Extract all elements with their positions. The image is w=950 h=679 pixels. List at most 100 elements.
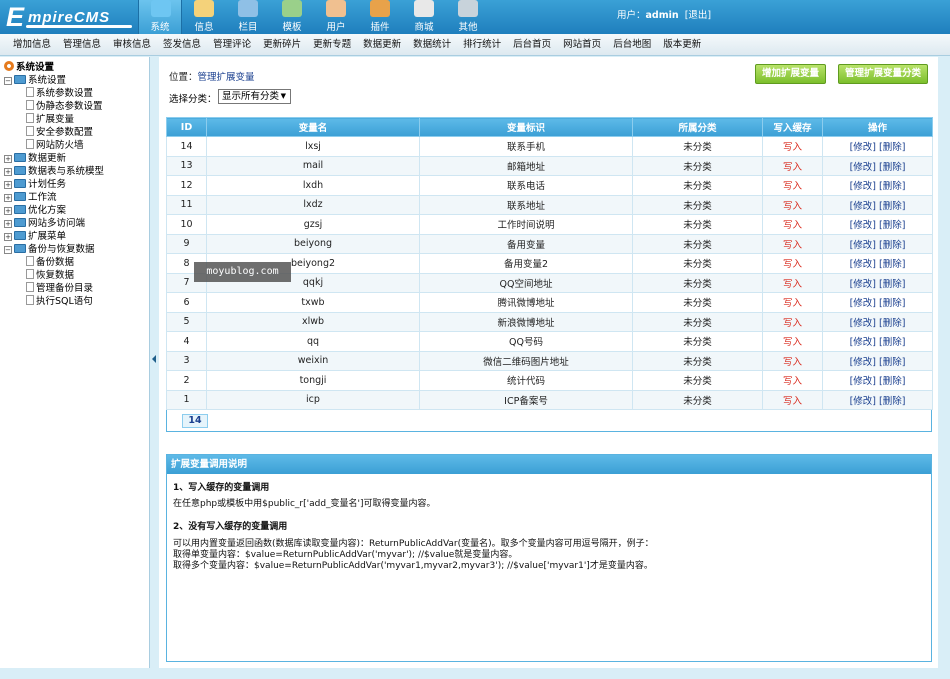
top-nav-label: 模板: [282, 22, 302, 33]
sidebar-splitter[interactable]: [150, 57, 159, 668]
location-link[interactable]: 管理扩展变量: [198, 72, 255, 83]
sidebar-item[interactable]: 管理备份目录: [26, 282, 93, 295]
cell-category: 未分类: [632, 292, 763, 313]
empirecms-logo[interactable]: EmpireCMS: [6, 3, 134, 31]
submenu-item[interactable]: 增加信息: [13, 34, 51, 55]
submenu-item[interactable]: 管理评论: [213, 34, 251, 55]
sidebar-item[interactable]: 备份数据: [26, 256, 74, 269]
submenu-item[interactable]: 数据更新: [363, 34, 401, 55]
sidebar-item[interactable]: + 计划任务: [4, 178, 66, 191]
usage-heading-1: 1、写入缓存的变量调用: [173, 483, 270, 493]
expand-icon[interactable]: +: [4, 155, 12, 163]
top-nav-item-5[interactable]: 插件: [358, 0, 402, 34]
cell-cache: 写入: [762, 155, 823, 176]
edit-link[interactable]: [修改]: [850, 181, 876, 192]
pager-total[interactable]: 14: [182, 414, 208, 428]
delete-link[interactable]: [删除]: [879, 142, 905, 153]
edit-link[interactable]: [修改]: [850, 279, 876, 290]
sidebar-item-label: 优化方案: [28, 205, 67, 216]
edit-link[interactable]: [修改]: [850, 240, 876, 251]
sidebar-item-label: 扩展变量: [36, 114, 75, 125]
submenu-item[interactable]: 网站首页: [563, 34, 601, 55]
collapse-icon[interactable]: −: [4, 77, 12, 85]
table-row: 3 weixin 微信二维码图片地址 未分类 写入 [修改] [删除]: [166, 350, 933, 371]
cell-var-label: QQ空间地址: [419, 272, 633, 293]
sidebar-item[interactable]: + 优化方案: [4, 204, 66, 217]
submenu-item[interactable]: 版本更新: [663, 34, 701, 55]
submenu-item[interactable]: 审核信息: [113, 34, 151, 55]
submenu-item[interactable]: 更新碎片: [263, 34, 301, 55]
delete-link[interactable]: [删除]: [879, 318, 905, 329]
submenu-item[interactable]: 更新专题: [313, 34, 351, 55]
edit-link[interactable]: [修改]: [850, 298, 876, 309]
expand-icon[interactable]: +: [4, 194, 12, 202]
edit-link[interactable]: [修改]: [850, 162, 876, 173]
delete-link[interactable]: [删除]: [879, 298, 905, 309]
top-nav-item-0[interactable]: 系统: [138, 0, 182, 34]
submenu-item[interactable]: 排行统计: [463, 34, 501, 55]
top-nav-item-6[interactable]: 商城: [402, 0, 446, 34]
sidebar-item[interactable]: + 扩展菜单: [4, 230, 66, 243]
expand-icon[interactable]: +: [4, 181, 12, 189]
globe-icon: [151, 0, 171, 17]
sidebar-item[interactable]: − 备份与恢复数据: [4, 243, 95, 256]
logout-link[interactable]: [退出]: [685, 10, 711, 21]
sidebar-item[interactable]: 伪静态参数设置: [26, 100, 103, 113]
edit-link[interactable]: [修改]: [850, 259, 876, 270]
submenu-item[interactable]: 后台地图: [613, 34, 651, 55]
delete-link[interactable]: [删除]: [879, 396, 905, 407]
sidebar-item[interactable]: + 数据更新: [4, 152, 66, 165]
cell-cache: 写入: [762, 292, 823, 313]
sidebar-item[interactable]: 系统参数设置: [26, 87, 93, 100]
edit-link[interactable]: [修改]: [850, 201, 876, 212]
delete-link[interactable]: [删除]: [879, 201, 905, 212]
sidebar-item[interactable]: + 网站多访问端: [4, 217, 85, 230]
delete-link[interactable]: [删除]: [879, 181, 905, 192]
collapse-arrow-icon[interactable]: [152, 355, 156, 363]
sidebar-item[interactable]: + 数据表与系统模型: [4, 165, 104, 178]
sidebar-item[interactable]: 恢复数据: [26, 269, 74, 282]
sidebar-item[interactable]: 扩展变量: [26, 113, 74, 126]
top-nav-item-2[interactable]: 栏目: [226, 0, 270, 34]
submenu-item[interactable]: 签发信息: [163, 34, 201, 55]
delete-link[interactable]: [删除]: [879, 376, 905, 387]
expand-icon[interactable]: +: [4, 220, 12, 228]
submenu-item[interactable]: 管理信息: [63, 34, 101, 55]
delete-link[interactable]: [删除]: [879, 279, 905, 290]
sidebar-item[interactable]: + 工作流: [4, 191, 57, 204]
edit-link[interactable]: [修改]: [850, 357, 876, 368]
delete-link[interactable]: [删除]: [879, 220, 905, 231]
add-variable-button[interactable]: 增加扩展变量: [755, 64, 826, 84]
cell-actions: [修改] [删除]: [822, 331, 933, 352]
submenu-item[interactable]: 数据统计: [413, 34, 451, 55]
delete-link[interactable]: [删除]: [879, 357, 905, 368]
cell-id: 11: [166, 194, 207, 215]
edit-link[interactable]: [修改]: [850, 142, 876, 153]
edit-link[interactable]: [修改]: [850, 376, 876, 387]
sidebar-item[interactable]: 执行SQL语句: [26, 295, 93, 308]
edit-link[interactable]: [修改]: [850, 220, 876, 231]
delete-link[interactable]: [删除]: [879, 337, 905, 348]
top-nav-item-3[interactable]: 模板: [270, 0, 314, 34]
submenu-item[interactable]: 后台首页: [513, 34, 551, 55]
expand-icon[interactable]: +: [4, 207, 12, 215]
top-nav-item-7[interactable]: 其他: [446, 0, 490, 34]
delete-link[interactable]: [删除]: [879, 240, 905, 251]
sidebar-item[interactable]: 安全参数配置: [26, 126, 93, 139]
sidebar-item[interactable]: − 系统设置: [4, 74, 66, 87]
expand-icon[interactable]: +: [4, 233, 12, 241]
edit-link[interactable]: [修改]: [850, 396, 876, 407]
breadcrumb: 位置：管理扩展变量: [169, 69, 255, 83]
edit-link[interactable]: [修改]: [850, 337, 876, 348]
collapse-icon[interactable]: −: [4, 246, 12, 254]
sidebar-item[interactable]: 网站防火墙: [26, 139, 84, 152]
top-nav-item-4[interactable]: 用户: [314, 0, 358, 34]
delete-link[interactable]: [删除]: [879, 162, 905, 173]
delete-link[interactable]: [删除]: [879, 259, 905, 270]
top-nav-item-1[interactable]: 信息: [182, 0, 226, 34]
edit-link[interactable]: [修改]: [850, 318, 876, 329]
category-select[interactable]: 显示所有分类 ▼: [218, 89, 291, 104]
expand-icon[interactable]: +: [4, 168, 12, 176]
manage-category-button[interactable]: 管理扩展变量分类: [838, 64, 928, 84]
cell-var-name: lxdz: [206, 194, 420, 215]
